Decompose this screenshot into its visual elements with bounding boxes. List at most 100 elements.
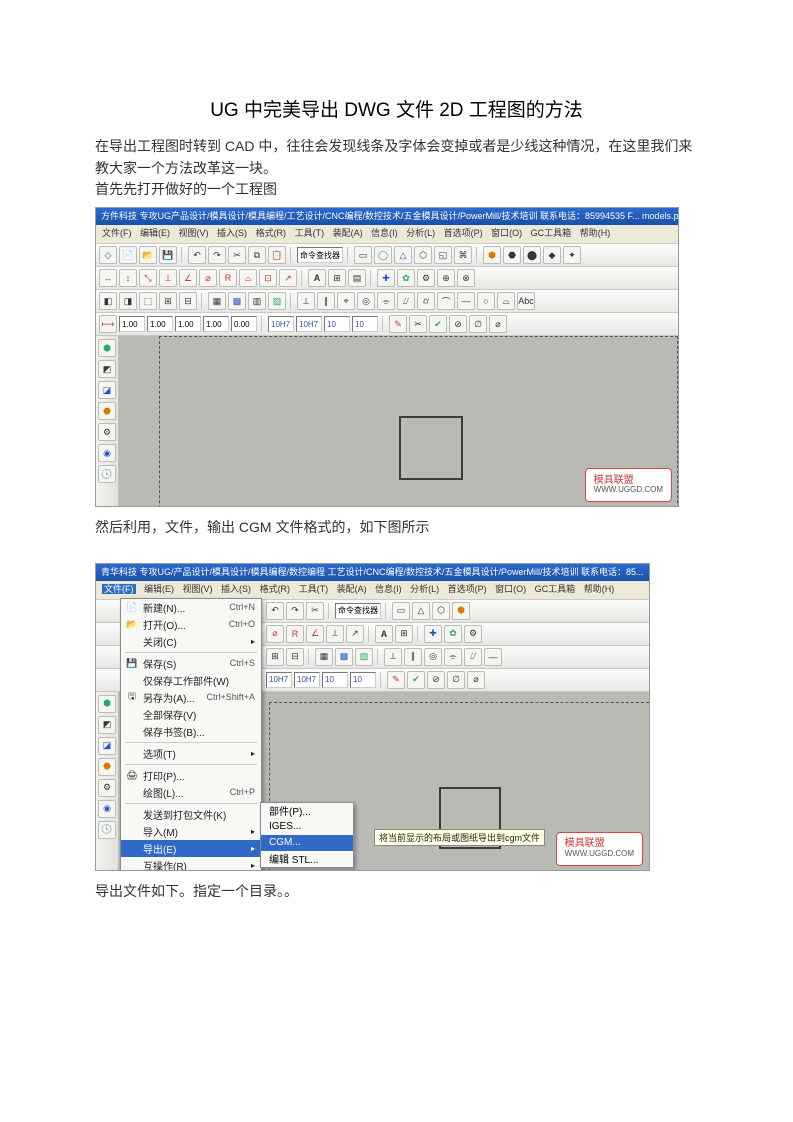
copy-icon[interactable]: ⧉ (248, 246, 266, 264)
file-menu-item[interactable]: 🖨打印(P)... (121, 767, 261, 784)
dim-icon[interactable]: ⌀ (266, 625, 284, 643)
text-icon[interactable]: Abc (517, 292, 535, 310)
view-icon[interactable]: ◧ (99, 292, 117, 310)
left-tool-icon[interactable]: 🕓 (98, 465, 116, 483)
menu-item[interactable]: 帮助(H) (584, 584, 615, 594)
view-icon[interactable]: ⊟ (286, 648, 304, 666)
toolbar-icon[interactable]: ⬢ (452, 602, 470, 620)
file-menu-item[interactable]: 📄新建(N)...Ctrl+N (121, 599, 261, 616)
dim-icon[interactable]: ↗ (279, 269, 297, 287)
menu-item[interactable]: 编辑(E) (144, 584, 174, 594)
toolbar-icon[interactable]: ⚙ (464, 625, 482, 643)
gdt-icon[interactable]: — (484, 648, 502, 666)
menu-item[interactable]: 信息(I) (371, 228, 398, 238)
menu-item[interactable]: 首选项(P) (444, 228, 483, 238)
redo-icon[interactable]: ↷ (208, 246, 226, 264)
layer-icon[interactable]: ▩ (228, 292, 246, 310)
open-icon[interactable]: 📂 (139, 246, 157, 264)
left-tool-icon[interactable]: ◉ (98, 800, 116, 818)
menu-item[interactable]: 视图(V) (179, 228, 209, 238)
drawing-canvas[interactable]: 模具联盟 WWW.UGGD.COM (119, 336, 678, 507)
menu-item[interactable]: 窗口(O) (491, 228, 522, 238)
menu-item[interactable]: 格式(R) (260, 584, 291, 594)
gdt-icon[interactable]: ⌯ (377, 292, 395, 310)
dim-value[interactable]: 0.00 (231, 316, 257, 332)
toolbar-icon[interactable]: ⬣ (503, 246, 521, 264)
left-tool-icon[interactable]: ◉ (98, 444, 116, 462)
toolbar-icon[interactable]: ✎ (387, 671, 405, 689)
submenu-item[interactable]: CGM... (261, 835, 353, 851)
left-tool-icon[interactable]: ◩ (98, 360, 116, 378)
view-icon[interactable]: ⊞ (266, 648, 284, 666)
gdt-icon[interactable]: ∥ (317, 292, 335, 310)
dim-value[interactable]: 1.00 (147, 316, 173, 332)
view-icon[interactable]: ◨ (119, 292, 137, 310)
dim-icon[interactable]: ↗ (346, 625, 364, 643)
toolbar-icon[interactable]: ⊘ (427, 671, 445, 689)
toolbar-icon[interactable]: ⬤ (523, 246, 541, 264)
menu-item[interactable]: 装配(A) (337, 584, 367, 594)
left-tool-icon[interactable]: ⬢ (98, 695, 116, 713)
file-menu-item[interactable]: 绘图(L)...Ctrl+P (121, 784, 261, 801)
tol-value[interactable]: 10 (350, 672, 376, 688)
gdt-icon[interactable]: ⌭ (417, 292, 435, 310)
toolbar-icon[interactable]: ▭ (392, 602, 410, 620)
left-tool-icon[interactable]: ⬣ (98, 758, 116, 776)
toolbar-icon[interactable]: ✔ (407, 671, 425, 689)
toolbar-icon[interactable]: ⊗ (457, 269, 475, 287)
toolbar-icon[interactable]: ⊘ (449, 315, 467, 333)
dim-icon[interactable]: ∠ (306, 625, 324, 643)
gdt-icon[interactable]: ⟂ (297, 292, 315, 310)
gdt-icon[interactable]: ◎ (424, 648, 442, 666)
file-menu-item[interactable]: 保存书签(B)... (121, 723, 261, 740)
gdt-icon[interactable]: ⌖ (337, 292, 355, 310)
toolbar-icon[interactable]: ▤ (348, 269, 366, 287)
file-menu-item[interactable]: 全部保存(V) (121, 706, 261, 723)
menu-item[interactable]: 插入(S) (217, 228, 247, 238)
layer-icon[interactable]: ▨ (268, 292, 286, 310)
text-icon[interactable]: A (375, 625, 393, 643)
toolbar-icon[interactable]: ⚙ (417, 269, 435, 287)
dim-icon[interactable]: R (286, 625, 304, 643)
paste-icon[interactable]: 📋 (268, 246, 286, 264)
toolbar-icon[interactable]: ∅ (447, 671, 465, 689)
toolbar-icon[interactable]: ⬢ (483, 246, 501, 264)
dim-icon[interactable]: ⟂ (159, 269, 177, 287)
dim-icon[interactable]: ∠ (179, 269, 197, 287)
menu-item[interactable]: 分析(L) (406, 228, 435, 238)
command-finder[interactable]: 命令查找器 (297, 247, 343, 263)
toolbar-icon[interactable]: ✚ (424, 625, 442, 643)
toolbar-icon[interactable]: ⊕ (437, 269, 455, 287)
menu-item[interactable]: 装配(A) (333, 228, 363, 238)
file-menu-item[interactable]: 互操作(R)▸ (121, 857, 261, 871)
command-finder[interactable]: 命令查找器 (335, 603, 381, 619)
layer-icon[interactable]: ▨ (355, 648, 373, 666)
toolbar-icon[interactable]: ◱ (434, 246, 452, 264)
new-icon[interactable]: 📄 (119, 246, 137, 264)
dim-value[interactable]: 1.00 (175, 316, 201, 332)
gdt-icon[interactable]: — (457, 292, 475, 310)
toolbar-icon[interactable]: ✂ (409, 315, 427, 333)
left-tool-icon[interactable]: ⚙ (98, 779, 116, 797)
file-menu-item[interactable]: 导入(M)▸ (121, 823, 261, 840)
menu-item[interactable]: 文件(F) (102, 228, 132, 238)
file-menu-item[interactable]: 关闭(C)▸ (121, 633, 261, 650)
toolbar-icon[interactable]: ◆ (543, 246, 561, 264)
toolbar-icon[interactable]: ▭ (354, 246, 372, 264)
toolbar-icon[interactable]: ∅ (469, 315, 487, 333)
menu-item[interactable]: 首选项(P) (448, 584, 487, 594)
gdt-icon[interactable]: ⟂ (384, 648, 402, 666)
toolbar-icon[interactable]: ✔ (429, 315, 447, 333)
start-icon[interactable]: ◇ (99, 246, 117, 264)
menu-item[interactable]: 视图(V) (183, 584, 213, 594)
file-menu-item[interactable]: 发送到打包文件(K) (121, 806, 261, 823)
layer-icon[interactable]: ▦ (315, 648, 333, 666)
menu-item[interactable]: 工具(T) (299, 584, 329, 594)
toolbar-icon[interactable]: ⌀ (467, 671, 485, 689)
menu-item[interactable]: 插入(S) (221, 584, 251, 594)
view-icon[interactable]: ⊟ (179, 292, 197, 310)
toolbar-icon[interactable]: ✂ (306, 602, 324, 620)
file-menu-item[interactable]: 仅保存工作部件(W) (121, 672, 261, 689)
menu-item[interactable]: GC工具箱 (535, 584, 576, 594)
view-icon[interactable]: ⊞ (159, 292, 177, 310)
